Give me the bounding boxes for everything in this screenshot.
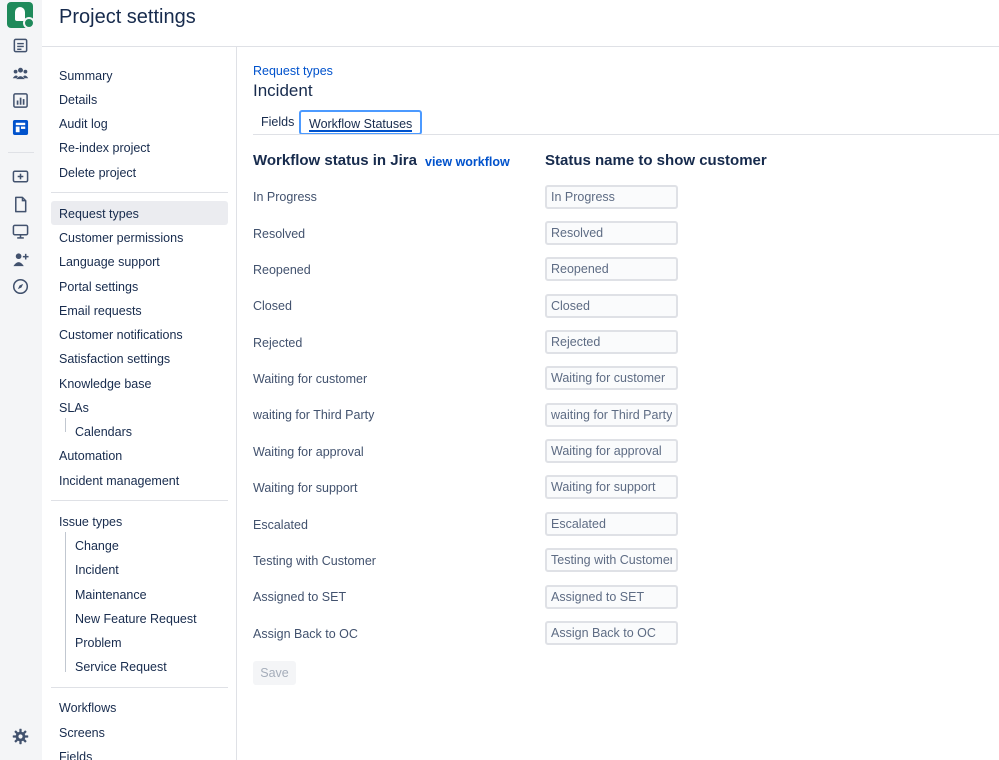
- page-title: Project settings: [59, 6, 196, 28]
- sidebar-item-automation[interactable]: Automation: [59, 448, 122, 464]
- tab-fields[interactable]: Fields: [261, 110, 294, 135]
- sidebar-item-portal-settings[interactable]: Portal settings: [59, 279, 138, 295]
- jira-status-label: Reopened: [253, 263, 311, 277]
- gear-icon[interactable]: [11, 727, 29, 745]
- sidebar-item-language-support[interactable]: Language support: [59, 254, 160, 270]
- jira-status-label: Waiting for approval: [253, 445, 364, 459]
- sidebar-item-slas[interactable]: SLAs: [59, 400, 89, 416]
- sidebar-item-service-request[interactable]: Service Request: [75, 659, 167, 675]
- customer-status-input[interactable]: [545, 366, 678, 390]
- issues-icon[interactable]: [11, 36, 29, 54]
- sidebar-divider: [51, 687, 228, 688]
- sidebar-item-reindex-project[interactable]: Re-index project: [59, 140, 150, 156]
- customer-status-input[interactable]: [545, 221, 678, 245]
- jira-status-label: In Progress: [253, 190, 317, 204]
- project-settings-sidebar: Summary Details Audit log Re-index proje…: [42, 47, 237, 760]
- customer-status-input[interactable]: [545, 294, 678, 318]
- tabs-divider: [253, 134, 999, 135]
- view-workflow-link[interactable]: view workflow: [425, 155, 510, 169]
- sidebar-divider: [51, 500, 228, 501]
- request-type-heading: Incident: [253, 81, 313, 100]
- customer-status-input[interactable]: [545, 257, 678, 281]
- customer-status-input[interactable]: [545, 585, 678, 609]
- jira-status-label: Assigned to SET: [253, 590, 347, 604]
- sidebar-item-incident[interactable]: Incident: [75, 562, 119, 578]
- customer-status-input[interactable]: [545, 403, 678, 427]
- jira-status-label: Waiting for support: [253, 481, 358, 495]
- monitor-icon[interactable]: [11, 222, 29, 240]
- customer-status-column-header: Status name to show customer: [545, 152, 767, 169]
- sidebar-item-calendars[interactable]: Calendars: [75, 424, 132, 440]
- customer-status-input[interactable]: [545, 185, 678, 209]
- sidebar-item-email-requests[interactable]: Email requests: [59, 303, 142, 319]
- reports-icon[interactable]: [11, 91, 29, 109]
- customer-status-input[interactable]: [545, 548, 678, 572]
- sidebar-item-details[interactable]: Details: [59, 92, 97, 108]
- tab-workflow-statuses[interactable]: Workflow Statuses: [299, 110, 423, 135]
- sidebar-item-customer-permissions[interactable]: Customer permissions: [59, 230, 183, 246]
- customer-status-input[interactable]: [545, 330, 678, 354]
- sidebar-divider: [51, 192, 228, 193]
- add-people-icon[interactable]: [11, 250, 29, 268]
- customers-icon[interactable]: [11, 64, 29, 82]
- customer-status-input[interactable]: [545, 475, 678, 499]
- page-icon[interactable]: [11, 195, 29, 213]
- jira-status-label: Assign Back to OC: [253, 627, 358, 641]
- customer-status-input[interactable]: [545, 439, 678, 463]
- sidebar-item-audit-log[interactable]: Audit log: [59, 116, 108, 132]
- sidebar-item-knowledge-base[interactable]: Knowledge base: [59, 376, 151, 392]
- sidebar-item-maintenance[interactable]: Maintenance: [75, 587, 147, 603]
- tree-connector: [65, 418, 66, 432]
- raise-request-icon[interactable]: [11, 167, 29, 185]
- customer-status-input[interactable]: [545, 621, 678, 645]
- sidebar-item-change[interactable]: Change: [75, 538, 119, 554]
- rail-divider: [8, 152, 34, 153]
- sidebar-item-issue-types[interactable]: Issue types: [59, 514, 122, 530]
- sidebar-item-request-types[interactable]: Request types: [59, 206, 139, 222]
- jira-status-label: Escalated: [253, 518, 308, 532]
- sidebar-item-customer-notifications[interactable]: Customer notifications: [59, 327, 183, 343]
- compass-icon[interactable]: [11, 277, 29, 295]
- jira-status-label: waiting for Third Party: [253, 408, 375, 422]
- sidebar-item-workflows[interactable]: Workflows: [59, 700, 116, 716]
- jira-status-label: Waiting for customer: [253, 372, 368, 386]
- sidebar-item-screens[interactable]: Screens: [59, 725, 105, 741]
- jira-status-label: Testing with Customer: [253, 554, 376, 568]
- jira-status-column-header: Workflow status in Jira: [253, 152, 417, 169]
- jira-status-label: Resolved: [253, 227, 306, 241]
- project-status-badge-icon: [23, 17, 35, 29]
- sidebar-item-new-feature-request[interactable]: New Feature Request: [75, 611, 197, 627]
- jira-status-label: Closed: [253, 299, 292, 313]
- global-icon-rail: [0, 0, 42, 760]
- sidebar-item-satisfaction-settings[interactable]: Satisfaction settings: [59, 351, 170, 367]
- sidebar-item-delete-project[interactable]: Delete project: [59, 165, 136, 181]
- sidebar-item-summary[interactable]: Summary: [59, 68, 112, 84]
- sidebar-item-problem[interactable]: Problem: [75, 635, 122, 651]
- sidebar-item-fields[interactable]: Fields: [59, 749, 92, 760]
- customer-status-input[interactable]: [545, 512, 678, 536]
- jira-status-label: Rejected: [253, 336, 303, 350]
- sidebar-item-incident-management[interactable]: Incident management: [59, 473, 179, 489]
- tree-connector: [65, 532, 66, 672]
- queues-icon[interactable]: [11, 118, 29, 136]
- breadcrumb-request-types[interactable]: Request types: [253, 64, 333, 78]
- save-button[interactable]: Save: [253, 661, 296, 685]
